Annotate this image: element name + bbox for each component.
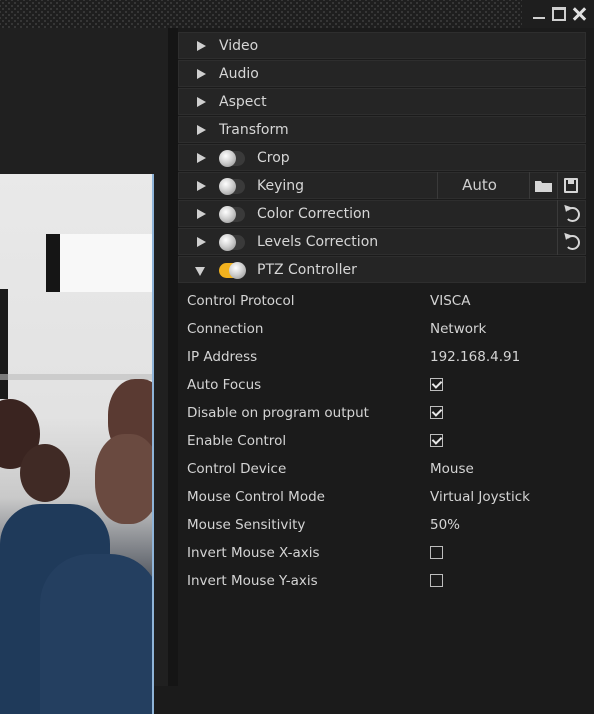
color-correction-enable-toggle[interactable] [219, 206, 245, 223]
collapsed-arrow-icon[interactable] [197, 153, 206, 163]
save-icon[interactable] [557, 172, 585, 199]
field-label: IP Address [187, 349, 258, 365]
field-row-connection: Connection Network [187, 315, 587, 343]
collapsed-arrow-icon[interactable] [197, 209, 206, 219]
control-protocol-value[interactable]: VISCA [430, 293, 470, 309]
close-icon[interactable] [572, 7, 586, 21]
field-row-mouse-sensitivity: Mouse Sensitivity 50% [187, 511, 587, 539]
toggle-knob [219, 234, 236, 251]
ptz-controller-enable-toggle[interactable] [219, 262, 246, 279]
collapsed-arrow-icon[interactable] [197, 181, 206, 191]
toggle-knob [229, 262, 246, 279]
crop-enable-toggle[interactable] [219, 150, 245, 167]
collapsed-arrow-icon[interactable] [197, 69, 206, 79]
minimize-icon[interactable] [532, 7, 546, 21]
reset-icon[interactable] [557, 200, 585, 227]
section-label: Transform [219, 122, 289, 138]
section-levels-correction[interactable]: Levels Correction [178, 228, 586, 255]
properties-panel: Video Audio Aspect Transform Crop Keying Auto C… [178, 28, 594, 686]
field-row-control-device: Control Device Mouse [187, 455, 587, 483]
field-row-control-protocol: Control Protocol VISCA [187, 287, 587, 315]
section-audio[interactable]: Audio [178, 60, 586, 87]
reset-icon[interactable] [557, 228, 585, 255]
field-row-invert-mouse-y-axis: Invert Mouse Y-axis [187, 567, 587, 595]
section-aspect[interactable]: Aspect [178, 88, 586, 115]
keying-auto-button[interactable]: Auto [437, 172, 521, 199]
maximize-icon[interactable] [552, 7, 566, 21]
preview-area [0, 28, 168, 714]
camera-preview-image[interactable] [0, 174, 154, 714]
section-label: PTZ Controller [257, 262, 357, 278]
section-list: Video Audio Aspect Transform Crop Keying Auto C… [178, 32, 586, 284]
mouse-sensitivity-value[interactable]: 50% [430, 517, 460, 533]
section-label: Keying [257, 178, 305, 194]
expanded-arrow-icon[interactable] [195, 267, 205, 276]
field-label: Disable on program output [187, 405, 369, 421]
mouse-control-mode-value[interactable]: Virtual Joystick [430, 489, 530, 505]
field-label: Mouse Sensitivity [187, 517, 306, 533]
field-label: Control Protocol [187, 293, 295, 309]
field-label: Invert Mouse X-axis [187, 545, 320, 561]
toggle-knob [219, 178, 236, 195]
auto-focus-checkbox[interactable] [430, 378, 443, 391]
ptz-fields: Control Protocol VISCA Connection Network IP… [187, 287, 587, 595]
section-color-correction[interactable]: Color Correction [178, 200, 586, 227]
field-label: Enable Control [187, 433, 287, 449]
section-crop[interactable]: Crop [178, 144, 586, 171]
section-ptz-controller[interactable]: PTZ Controller [178, 256, 586, 283]
field-row-disable-on-program-output: Disable on program output [187, 399, 587, 427]
collapsed-arrow-icon[interactable] [197, 41, 206, 51]
toggle-knob [219, 206, 236, 223]
field-label: Connection [187, 321, 264, 337]
field-row-ip-address: IP Address 192.168.4.91 [187, 343, 587, 371]
open-folder-icon[interactable] [529, 172, 557, 199]
levels-correction-enable-toggle[interactable] [219, 234, 245, 251]
collapsed-arrow-icon[interactable] [197, 125, 206, 135]
field-label: Invert Mouse Y-axis [187, 573, 318, 589]
ip-address-value[interactable]: 192.168.4.91 [430, 349, 520, 365]
window-controls [522, 0, 594, 28]
collapsed-arrow-icon[interactable] [197, 97, 206, 107]
panel-splitter[interactable] [168, 28, 178, 686]
section-label: Crop [257, 150, 290, 166]
collapsed-arrow-icon[interactable] [197, 237, 206, 247]
keying-enable-toggle[interactable] [219, 178, 245, 195]
field-row-enable-control: Enable Control [187, 427, 587, 455]
section-video[interactable]: Video [178, 32, 586, 59]
enable-control-checkbox[interactable] [430, 434, 443, 447]
field-row-invert-mouse-x-axis: Invert Mouse X-axis [187, 539, 587, 567]
section-label: Aspect [219, 94, 267, 110]
field-row-mouse-control-mode: Mouse Control Mode Virtual Joystick [187, 483, 587, 511]
section-label: Video [219, 38, 259, 54]
section-transform[interactable]: Transform [178, 116, 586, 143]
section-label: Audio [219, 66, 259, 82]
section-label: Color Correction [257, 206, 371, 222]
field-label: Control Device [187, 461, 287, 477]
field-label: Auto Focus [187, 377, 262, 393]
connection-value[interactable]: Network [430, 321, 486, 337]
disable-on-program-output-checkbox[interactable] [430, 406, 443, 419]
section-keying[interactable]: Keying Auto [178, 172, 586, 199]
toggle-knob [219, 150, 236, 167]
invert-mouse-y-axis-checkbox[interactable] [430, 574, 443, 587]
invert-mouse-x-axis-checkbox[interactable] [430, 546, 443, 559]
title-bar[interactable] [0, 0, 594, 28]
control-device-value[interactable]: Mouse [430, 461, 474, 477]
field-label: Mouse Control Mode [187, 489, 325, 505]
section-label: Levels Correction [257, 234, 379, 250]
field-row-auto-focus: Auto Focus [187, 371, 587, 399]
